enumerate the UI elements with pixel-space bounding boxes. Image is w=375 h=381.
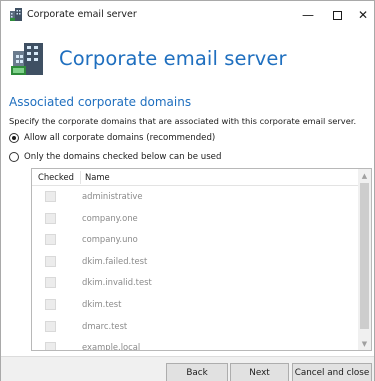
radio-checked-icon[interactable] (9, 133, 19, 143)
row-checkbox[interactable] (45, 320, 56, 332)
table-row[interactable]: dmarc.test (32, 316, 358, 338)
row-checkbox[interactable] (45, 298, 56, 310)
table-row[interactable]: dkim.failed.test (32, 251, 358, 273)
row-checkbox[interactable] (45, 342, 56, 350)
domain-name: company.uno (82, 234, 138, 245)
scroll-thumb[interactable] (360, 183, 369, 329)
row-checkbox[interactable] (45, 191, 56, 202)
cancel-and-close-button[interactable]: Cancel and close (292, 363, 372, 381)
wizard-footer: Back Next Cancel and close (1, 356, 374, 381)
back-button[interactable]: Back (166, 363, 228, 381)
domain-name: dmarc.test (82, 320, 128, 331)
server-building-icon (11, 43, 43, 75)
table-row[interactable]: dkim.invalid.test (32, 272, 358, 294)
minimize-button[interactable]: — (294, 1, 322, 29)
wizard-header: Corporate email server (1, 29, 374, 81)
minimize-icon: — (302, 8, 314, 22)
domains-list: Checked Name administrative company.one … (31, 168, 372, 351)
row-checkbox[interactable] (45, 234, 56, 246)
radio-label-only-checked: Only the domains checked below can be us… (24, 152, 222, 162)
maximize-button[interactable] (323, 1, 351, 29)
wizard-window: Corporate email server — ✕ Corporate ema… (0, 0, 375, 381)
radio-unchecked-icon[interactable] (9, 152, 19, 162)
domain-name: example.local (82, 342, 141, 351)
close-button[interactable]: ✕ (349, 1, 375, 29)
maximize-icon (332, 10, 342, 20)
table-row[interactable]: company.one (32, 208, 358, 230)
column-divider[interactable] (80, 171, 81, 184)
radio-allow-all-domains[interactable]: Allow all corporate domains (recommended… (9, 131, 215, 145)
app-server-icon (10, 8, 22, 21)
page-title: Corporate email server (59, 47, 287, 70)
window-title: Corporate email server (27, 9, 137, 20)
scroll-down-icon[interactable]: ▼ (358, 337, 371, 350)
domain-name: administrative (82, 191, 143, 201)
row-checkbox[interactable] (45, 277, 56, 289)
list-header: Checked Name (32, 169, 371, 186)
table-row[interactable]: dkim.test (32, 294, 358, 316)
section-title: Associated corporate domains (9, 95, 192, 109)
column-header-checked[interactable]: Checked (38, 172, 74, 182)
domain-name: dkim.invalid.test (82, 277, 152, 288)
domain-name: company.one (82, 212, 138, 223)
table-row[interactable]: administrative (32, 186, 358, 208)
vertical-scrollbar[interactable]: ▲ ▼ (358, 169, 371, 350)
table-row[interactable]: example.local (32, 337, 358, 351)
title-bar: Corporate email server — ✕ (1, 1, 374, 29)
table-row[interactable]: company.uno (32, 229, 358, 251)
column-header-name[interactable]: Name (85, 172, 110, 182)
row-checkbox[interactable] (45, 255, 56, 267)
row-checkbox[interactable] (45, 212, 56, 224)
next-button[interactable]: Next (230, 363, 289, 381)
domain-name: dkim.test (82, 298, 122, 309)
radio-only-checked-domains[interactable]: Only the domains checked below can be us… (9, 150, 221, 164)
section-description: Specify the corporate domains that are a… (9, 116, 357, 126)
radio-label-allow-all: Allow all corporate domains (recommended… (24, 133, 216, 143)
scroll-up-icon[interactable]: ▲ (358, 169, 371, 182)
domain-rows: administrative company.one company.uno d… (32, 186, 358, 351)
domain-name: dkim.failed.test (82, 255, 148, 266)
close-icon: ✕ (357, 8, 369, 22)
